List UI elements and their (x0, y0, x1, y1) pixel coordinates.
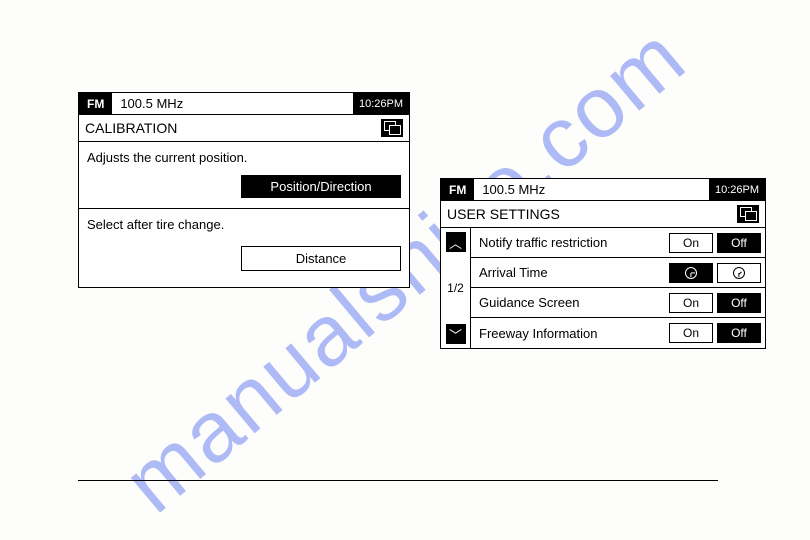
status-bar: FM 100.5 MHz 10:26PM (79, 93, 409, 115)
row-freeway-label: Freeway Information (479, 326, 665, 341)
scroll-down-button[interactable]: ﹀ (446, 324, 466, 344)
settings-rows: Notify traffic restriction On Off Arriva… (471, 228, 765, 348)
footer-divider (78, 480, 718, 481)
row-traffic-label: Notify traffic restriction (479, 235, 665, 250)
calibration-block-1: Adjusts the current position. Position/D… (79, 142, 409, 209)
arrival-clock-a[interactable] (669, 263, 713, 283)
settings-body: ︿ 1/2 ﹀ Notify traffic restriction On Of… (441, 228, 765, 348)
clock-badge-b: 10:26PM (709, 179, 765, 200)
windows-icon-b[interactable] (737, 205, 759, 223)
user-settings-title: USER SETTINGS (447, 206, 560, 222)
page-indicator: 1/2 (447, 256, 464, 320)
row-traffic: Notify traffic restriction On Off (471, 228, 765, 258)
calibration-title: CALIBRATION (85, 120, 177, 136)
guidance-off[interactable]: Off (717, 293, 761, 313)
guidance-on[interactable]: On (669, 293, 713, 313)
distance-button[interactable]: Distance (241, 246, 401, 271)
calibration-block-2: Select after tire change. Distance (79, 209, 409, 287)
position-direction-button[interactable]: Position/Direction (241, 175, 401, 198)
row-guidance-label: Guidance Screen (479, 295, 665, 310)
arrival-clock-b[interactable] (717, 263, 761, 283)
band-badge-b: FM (441, 179, 474, 200)
clock-badge: 10:26PM (353, 93, 409, 114)
windows-icon[interactable] (381, 119, 403, 137)
calibration-desc-1: Adjusts the current position. (87, 150, 401, 165)
user-settings-title-row: USER SETTINGS (441, 201, 765, 228)
calibration-desc-2: Select after tire change. (87, 217, 401, 232)
pager: ︿ 1/2 ﹀ (441, 228, 471, 348)
status-bar-b: FM 100.5 MHz 10:26PM (441, 179, 765, 201)
row-arrival: Arrival Time (471, 258, 765, 288)
row-freeway: Freeway Information On Off (471, 318, 765, 348)
frequency-label-b: 100.5 MHz (474, 182, 709, 197)
calibration-title-row: CALIBRATION (79, 115, 409, 142)
row-guidance: Guidance Screen On Off (471, 288, 765, 318)
scroll-up-button[interactable]: ︿ (446, 232, 466, 252)
freeway-on[interactable]: On (669, 323, 713, 343)
freeway-off[interactable]: Off (717, 323, 761, 343)
band-badge: FM (79, 93, 112, 114)
frequency-label: 100.5 MHz (112, 96, 353, 111)
traffic-on[interactable]: On (669, 233, 713, 253)
row-arrival-label: Arrival Time (479, 265, 665, 280)
user-settings-panel: FM 100.5 MHz 10:26PM USER SETTINGS ︿ 1/2… (440, 178, 766, 349)
calibration-panel: FM 100.5 MHz 10:26PM CALIBRATION Adjusts… (78, 92, 410, 288)
traffic-off[interactable]: Off (717, 233, 761, 253)
